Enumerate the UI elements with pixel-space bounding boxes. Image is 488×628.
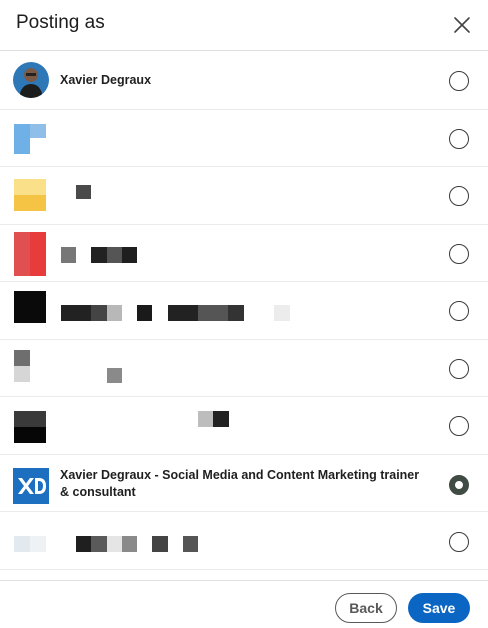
redacted-text (76, 185, 91, 199)
account-row[interactable] (0, 512, 488, 570)
account-row[interactable]: Xavier Degraux - Social Media and Conten… (0, 455, 488, 512)
redacted-text (213, 411, 229, 427)
redacted-text (168, 305, 198, 321)
redacted-text (91, 536, 107, 552)
close-icon (454, 17, 470, 33)
redacted-text (122, 246, 137, 263)
redacted-text (91, 305, 107, 321)
page-logo (14, 291, 46, 323)
account-radio[interactable] (449, 358, 469, 379)
account-radio[interactable] (449, 532, 469, 552)
account-name: Xavier Degraux - Social Media and Conten… (60, 467, 420, 499)
save-button[interactable]: Save (408, 593, 470, 623)
redacted-text (107, 536, 122, 552)
back-button[interactable]: Back (335, 593, 397, 623)
account-row[interactable] (0, 110, 488, 167)
redacted-text (76, 536, 91, 552)
page-logo (14, 123, 46, 156)
xd-logo-icon (13, 467, 49, 504)
redacted-text (152, 536, 168, 552)
account-radio[interactable] (449, 301, 469, 321)
page-logo (14, 349, 46, 382)
redacted-text (91, 246, 107, 263)
redacted-text (274, 305, 290, 321)
dialog-header: Posting as (0, 0, 488, 51)
redacted-text (198, 305, 228, 321)
redacted-text (61, 305, 91, 321)
account-radio[interactable] (449, 243, 469, 264)
account-name: Xavier Degraux (60, 73, 152, 87)
page-logo (13, 467, 49, 504)
redacted-text (183, 536, 198, 552)
redacted-text (107, 367, 122, 383)
redacted-text (107, 246, 122, 263)
dialog-title: Posting as (16, 12, 105, 33)
account-radio[interactable] (449, 128, 469, 149)
redacted-text (198, 411, 213, 427)
page-logo (14, 536, 46, 552)
redacted-text (107, 305, 122, 321)
page-logo (14, 179, 46, 211)
avatar (13, 62, 49, 98)
account-row[interactable] (0, 397, 488, 455)
account-radio-selected[interactable] (449, 474, 469, 495)
redacted-text (228, 305, 244, 321)
redacted-text (137, 305, 152, 321)
account-row[interactable] (0, 167, 488, 225)
account-radio[interactable] (449, 71, 469, 91)
page-logo (14, 411, 46, 443)
account-row[interactable] (0, 225, 488, 282)
account-row[interactable]: Xavier Degraux (0, 52, 488, 110)
account-row[interactable] (0, 282, 488, 340)
account-row[interactable] (0, 340, 488, 397)
redacted-text (61, 246, 76, 263)
account-radio[interactable] (449, 416, 469, 436)
account-list: Xavier Degraux Xavier Degraux - Social M… (0, 52, 488, 570)
redacted-text (122, 536, 137, 552)
page-logo (14, 231, 46, 276)
dialog-footer: Back Save (0, 580, 488, 628)
account-radio[interactable] (449, 186, 469, 206)
close-button[interactable] (448, 11, 476, 39)
